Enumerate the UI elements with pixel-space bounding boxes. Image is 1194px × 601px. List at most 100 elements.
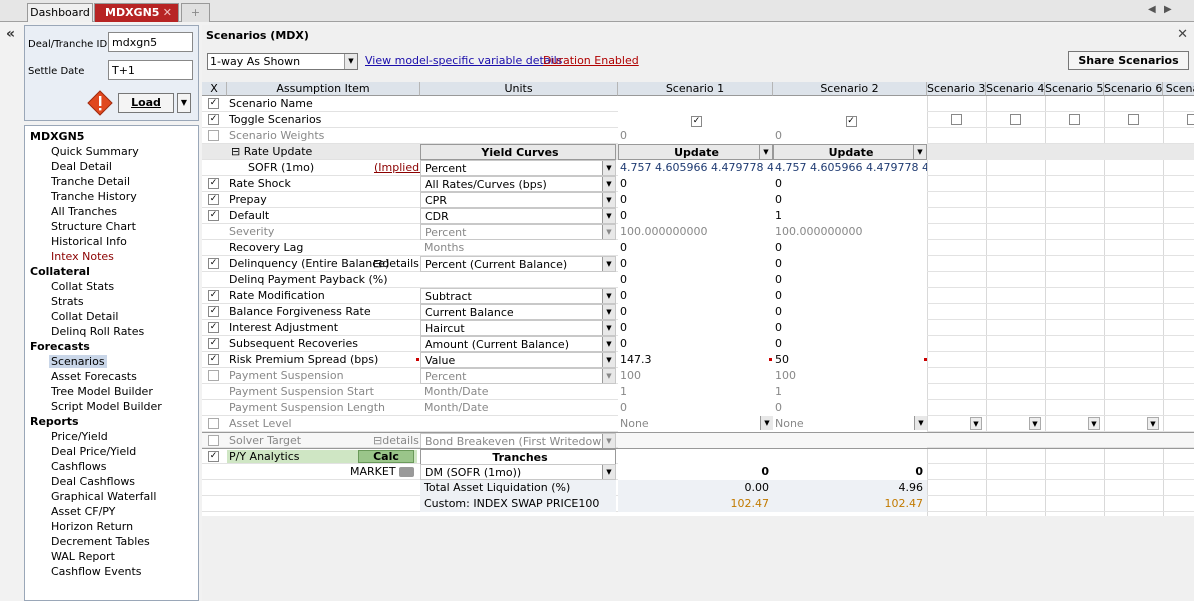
implied-link[interactable]: (Implied) — [374, 161, 423, 174]
row-checkbox[interactable]: ✓ — [208, 194, 219, 205]
scenario-1-cell[interactable]: 0 — [618, 288, 773, 304]
scenario-1-cell[interactable]: 0 — [618, 128, 773, 144]
row-checkbox[interactable] — [208, 130, 219, 141]
scenario-toggle-checkbox[interactable]: ✓ — [845, 116, 857, 127]
units-cell[interactable]: CDR ▼ — [420, 208, 616, 224]
header-scenario-1[interactable]: Scenario 1 — [618, 82, 773, 96]
nav-item-structure-chart[interactable]: Structure Chart — [51, 220, 136, 233]
load-dropdown-icon[interactable]: ▼ — [177, 93, 191, 113]
collapse-panel-icon[interactable]: « — [6, 26, 15, 42]
scenario-2-cell[interactable]: 0 — [773, 464, 927, 480]
units-cell[interactable]: All Rates/Curves (bps) ▼ — [420, 176, 616, 192]
scenario-1-cell[interactable]: None ▼ — [618, 416, 773, 432]
nav-item-collat-detail[interactable]: Collat Detail — [51, 310, 118, 323]
scenario-toggle-checkbox[interactable] — [1128, 114, 1139, 125]
header-x[interactable]: X — [202, 82, 227, 96]
nav-item-deal-price-yield[interactable]: Deal Price/Yield — [51, 445, 136, 458]
units-cell[interactable]: DM (SOFR (1mo)) ▼ — [420, 464, 616, 480]
row-checkbox[interactable]: ✓ — [208, 290, 219, 301]
details-toggle[interactable]: ⊟details — [373, 257, 419, 270]
scenario-toggle-checkbox[interactable] — [951, 114, 962, 125]
deal-tranche-input[interactable] — [108, 32, 193, 52]
scenario-1-cell[interactable]: 0 — [618, 336, 773, 352]
scenario-1-cell[interactable]: 147.3 — [618, 352, 773, 368]
row-checkbox[interactable]: ✓ — [208, 98, 219, 109]
chevron-down-icon[interactable]: ▼ — [1029, 417, 1041, 430]
row-checkbox[interactable]: ✓ — [208, 178, 219, 189]
close-panel-icon[interactable]: ✕ — [1177, 27, 1188, 42]
units-cell[interactable]: Bond Breakeven (First Writedown) ▼ — [420, 433, 616, 449]
nav-item-historical-info[interactable]: Historical Info — [51, 235, 127, 248]
row-checkbox[interactable] — [208, 418, 219, 429]
scenario-2-cell[interactable]: 4.96 — [773, 480, 927, 496]
scenario-2-cell[interactable]: 102.47 — [773, 496, 927, 512]
row-checkbox[interactable]: ✓ — [208, 451, 219, 462]
nav-item-tree-model-builder[interactable]: Tree Model Builder — [51, 385, 153, 398]
row-checkbox[interactable]: ✓ — [208, 322, 219, 333]
scenario-2-cell[interactable]: 0 — [773, 240, 927, 256]
share-scenarios-button[interactable]: Share Scenarios — [1068, 51, 1189, 70]
header-units[interactable]: Units — [420, 82, 618, 96]
units-cell[interactable]: Value ▼ — [420, 352, 616, 368]
row-checkbox[interactable] — [208, 370, 219, 381]
scenario-2-cell[interactable]: 0 — [773, 320, 927, 336]
tab-close-icon[interactable]: ✕ — [163, 4, 172, 21]
chevron-down-icon[interactable]: ▼ — [970, 417, 982, 430]
nav-item-all-tranches[interactable]: All Tranches — [51, 205, 117, 218]
nav-item-tranche-detail[interactable]: Tranche Detail — [51, 175, 130, 188]
nav-item-graphical-waterfall[interactable]: Graphical Waterfall — [51, 490, 156, 503]
details-toggle[interactable]: ⊟details — [373, 434, 419, 447]
scenario-toggle-checkbox[interactable] — [1069, 114, 1080, 125]
nav-item-strats[interactable]: Strats — [51, 295, 84, 308]
scenario-2-cell[interactable]: 1 — [773, 208, 927, 224]
nav-item-quick-summary[interactable]: Quick Summary — [51, 145, 139, 158]
scenario-1-cell[interactable]: 100 — [618, 368, 773, 384]
nav-item-deal-detail[interactable]: Deal Detail — [51, 160, 112, 173]
chevron-down-icon[interactable]: ▼ — [1088, 417, 1100, 430]
units-cell[interactable]: Amount (Current Balance) ▼ — [420, 336, 616, 352]
row-checkbox[interactable]: ✓ — [208, 114, 219, 125]
scenario-2-cell[interactable]: 0 — [773, 288, 927, 304]
scenario-1-cell[interactable] — [618, 449, 773, 465]
scenario-1-cell[interactable]: 100.000000000 — [618, 224, 773, 240]
nav-item-scenarios[interactable]: Scenarios — [49, 355, 107, 368]
header-scenario-5[interactable]: Scenario 5 — [1045, 82, 1104, 96]
settle-date-input[interactable] — [108, 60, 193, 80]
scenario-1-cell[interactable]: 0.00 — [618, 480, 773, 496]
row-checkbox[interactable]: ✓ — [208, 354, 219, 365]
units-cell[interactable]: Haircut ▼ — [420, 320, 616, 336]
scenario-2-cell[interactable] — [773, 449, 927, 465]
chevron-down-icon[interactable]: ▼ — [1147, 417, 1159, 430]
scenario-1-cell[interactable] — [618, 433, 773, 449]
nav-item-script-model-builder[interactable]: Script Model Builder — [51, 400, 162, 413]
nav-item-collat-stats[interactable]: Collat Stats — [51, 280, 114, 293]
nav-item-cashflow-events[interactable]: Cashflow Events — [51, 565, 142, 578]
scenario-1-cell[interactable]: 0 — [618, 192, 773, 208]
row-checkbox[interactable]: ✓ — [208, 338, 219, 349]
header-assumption-item[interactable]: Assumption Item — [227, 82, 420, 96]
scenario-2-cell[interactable]: 100 — [773, 368, 927, 384]
scenario-2-cell[interactable]: 4.757 4.605966 4.479778 4.... — [773, 160, 927, 176]
header-scenario-2[interactable]: Scenario 2 — [773, 82, 927, 96]
scenario-2-cell[interactable]: 0 — [773, 272, 927, 288]
scenario-1-cell[interactable]: 0 — [618, 320, 773, 336]
scenario-2-cell[interactable]: Update ▼ — [773, 144, 927, 160]
header-scenario-3[interactable]: Scenario 3 — [927, 82, 986, 96]
scenario-1-cell[interactable]: 1 — [618, 384, 773, 400]
units-cell[interactable]: Subtract ▼ — [420, 288, 616, 304]
units-cell[interactable]: Percent ▼ — [420, 224, 616, 240]
row-checkbox[interactable]: ✓ — [208, 210, 219, 221]
scenario-1-cell[interactable]: 102.47 — [618, 496, 773, 512]
load-button[interactable]: Load — [118, 93, 174, 113]
scenario-2-cell[interactable]: 0 — [773, 400, 927, 416]
units-cell[interactable]: Percent ▼ — [420, 160, 616, 176]
scenario-1-cell[interactable]: 4.757 4.605966 4.479778 4.... — [618, 160, 773, 176]
scenario-1-cell[interactable]: 0 — [618, 256, 773, 272]
scenario-2-cell[interactable] — [773, 433, 927, 449]
tab-dashboard[interactable]: Dashboard — [27, 3, 93, 22]
scenario-2-cell[interactable]: 0 — [773, 128, 927, 144]
nav-item-horizon-return[interactable]: Horizon Return — [51, 520, 133, 533]
scenario-2-cell[interactable]: None ▼ — [773, 416, 927, 432]
model-variable-details-link[interactable]: View model-specific variable details — [365, 54, 562, 67]
nav-item-delinq-roll-rates[interactable]: Delinq Roll Rates — [51, 325, 144, 338]
